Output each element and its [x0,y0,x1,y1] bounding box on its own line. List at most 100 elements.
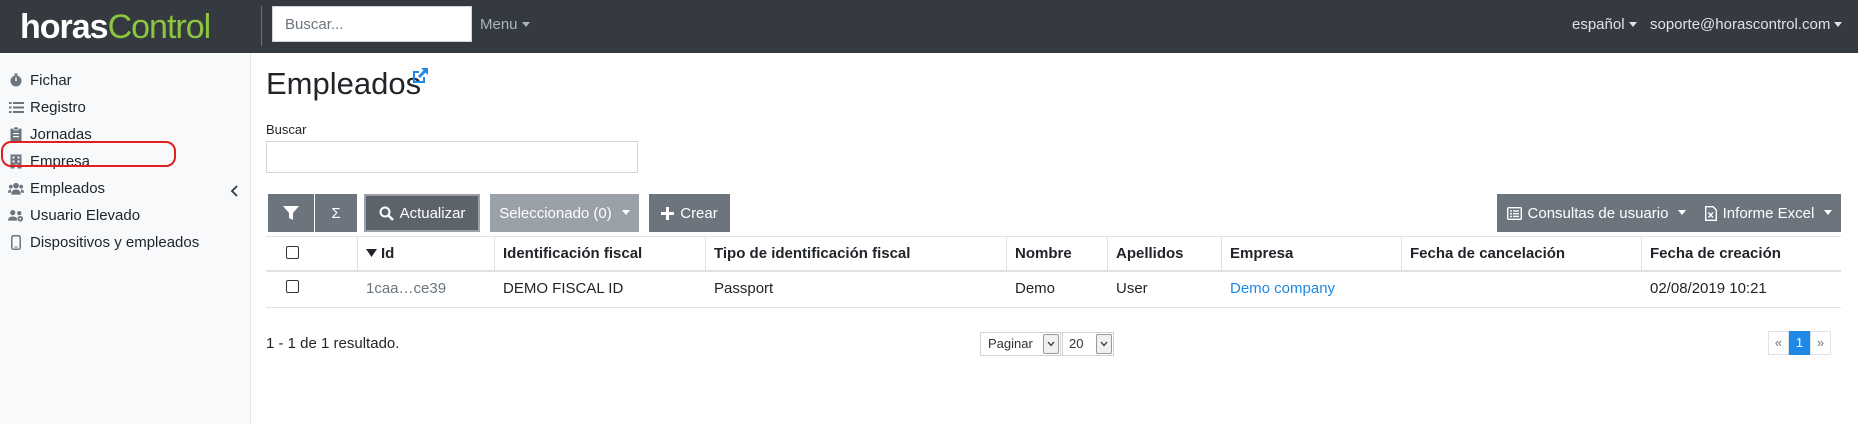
users-cog-icon [8,207,24,223]
select-all-checkbox[interactable] [286,246,299,259]
sidebar-item-empleados[interactable]: Empleados [0,175,251,203]
chevron-down-icon [1043,334,1059,354]
pagination-mode-value: Paginar [988,336,1033,351]
sum-button[interactable]: Σ [315,194,357,232]
filter-icon [283,205,299,220]
sidebar-item-label: Dispositivos y empleados [30,234,200,251]
caret-down-icon [521,21,530,27]
external-link-icon[interactable] [410,66,430,89]
chevron-down-icon [1096,334,1112,354]
sidebar-item-label: Registro [30,99,86,116]
sort-desc-icon [366,249,377,257]
cell-fecha-cancelacion [1401,272,1640,306]
table-row[interactable]: 1caa…ce39 DEMO FISCAL ID Passport Demo U… [266,272,1841,308]
column-header-apellidos[interactable]: Apellidos [1107,237,1220,271]
sidebar-collapse-button[interactable] [230,184,240,203]
column-spacer [320,237,356,271]
refresh-button[interactable]: Actualizar [364,194,480,232]
column-header-fecha-creacion[interactable]: Fecha de creación [1641,237,1841,271]
caret-down-icon [1678,209,1687,215]
caret-down-icon [1824,209,1833,215]
column-header-id[interactable]: Id [357,237,493,271]
sidebar: Fichar Registro Jornadas Empresa Emplead… [0,53,251,424]
page-title: Empleados [266,66,422,101]
list-icon [8,99,24,115]
excel-report-button[interactable]: Informe Excel [1696,194,1841,232]
cell-fecha-creacion: 02/08/2019 10:21 [1650,280,1767,297]
global-search-input[interactable] [272,6,472,42]
clipboard-icon [8,126,24,142]
language-dropdown-label: español [1572,16,1625,33]
cell-fiscal-id: DEMO FISCAL ID [503,280,624,297]
sum-button-label: Σ [331,204,341,222]
navbar-divider [261,6,262,46]
column-header-label: Fecha de creación [1650,245,1781,262]
page-size-value: 20 [1069,336,1084,351]
user-queries-button[interactable]: Consultas de usuario [1497,194,1696,232]
column-header-fecha-cancelacion[interactable]: Fecha de cancelación [1401,237,1640,271]
caret-down-icon [1628,21,1637,27]
app-logo[interactable]: horasControl [20,8,212,46]
cell-nombre: Demo [1015,280,1056,297]
menu-dropdown-label: Menu [480,16,518,33]
sidebar-item-registro[interactable]: Registro [0,94,251,122]
column-header-label: Empresa [1230,245,1294,262]
create-button-label: Crear [680,204,718,222]
user-dropdown-label: soporte@horascontrol.com [1650,16,1831,33]
sidebar-item-fichar[interactable]: Fichar [0,67,251,95]
sidebar-item-label: Usuario Elevado [30,207,141,224]
sidebar-item-usuario-elevado[interactable]: Usuario Elevado [0,202,251,230]
selected-dropdown-button[interactable]: Seleccionado (0) [490,194,639,232]
pagination-prev[interactable]: « [1768,331,1789,355]
cell-apellidos: User [1116,280,1148,297]
file-excel-icon [1704,205,1717,221]
pagination-mode-select[interactable]: Paginar [980,332,1061,356]
user-dropdown[interactable]: soporte@horascontrol.com [1650,16,1843,33]
chevron-left-icon [230,185,238,197]
column-header-label: Nombre [1015,245,1072,262]
plus-icon [661,206,675,220]
mobile-icon [8,234,24,250]
logo-text-horas: horas [20,8,109,46]
pagination-page-1[interactable]: 1 [1789,331,1810,355]
search-field-label: Buscar [266,122,307,137]
sidebar-item-dispositivos[interactable]: Dispositivos y empleados [0,229,251,257]
result-count: 1 - 1 de 1 resultado. [266,335,400,352]
column-header-fiscal-type[interactable]: Tipo de identificación fiscal [705,237,1005,271]
pagination-next[interactable]: » [1810,331,1831,355]
row-select-checkbox[interactable] [286,280,299,293]
user-queries-label: Consultas de usuario [1527,204,1669,222]
create-button[interactable]: Crear [649,194,730,232]
table-header: Id Identificación fiscal Tipo de identif… [266,236,1841,272]
column-header-label: Tipo de identificación fiscal [714,245,911,262]
selected-dropdown-label: Seleccionado (0) [499,204,612,222]
column-header-label: Fecha de cancelación [1410,245,1566,262]
column-header-nombre[interactable]: Nombre [1006,237,1106,271]
cell-empresa-link[interactable]: Demo company [1221,272,1400,306]
caret-down-icon [621,209,630,215]
cell-id: 1caa…ce39 [366,280,447,297]
sidebar-item-label: Fichar [30,72,72,89]
excel-report-label: Informe Excel [1722,204,1815,222]
column-header-label: Apellidos [1116,245,1184,262]
caret-down-icon [1834,21,1843,27]
cell-fiscal-type: Passport [714,280,774,297]
stopwatch-icon [8,72,24,88]
sidebar-item-label: Empleados [30,180,106,197]
language-dropdown[interactable]: español [1572,16,1637,33]
list-alt-icon [1506,206,1522,220]
logo-text-control: Control [107,8,212,46]
highlight-annotation [1,141,176,167]
menu-dropdown[interactable]: Menu [480,16,530,33]
column-header-label: Id [381,245,395,262]
column-header-empresa[interactable]: Empresa [1221,237,1400,271]
top-navbar: horasControl Menu español soporte@horasc… [0,0,1858,53]
users-icon [8,180,24,196]
employee-search-input[interactable] [266,141,638,173]
filter-button[interactable] [268,194,314,232]
refresh-button-label: Actualizar [399,204,466,222]
column-header-label: Identificación fiscal [503,245,643,262]
page-size-select[interactable]: 20 [1062,332,1114,356]
column-header-fiscal-id[interactable]: Identificación fiscal [494,237,704,271]
search-icon [379,206,394,221]
